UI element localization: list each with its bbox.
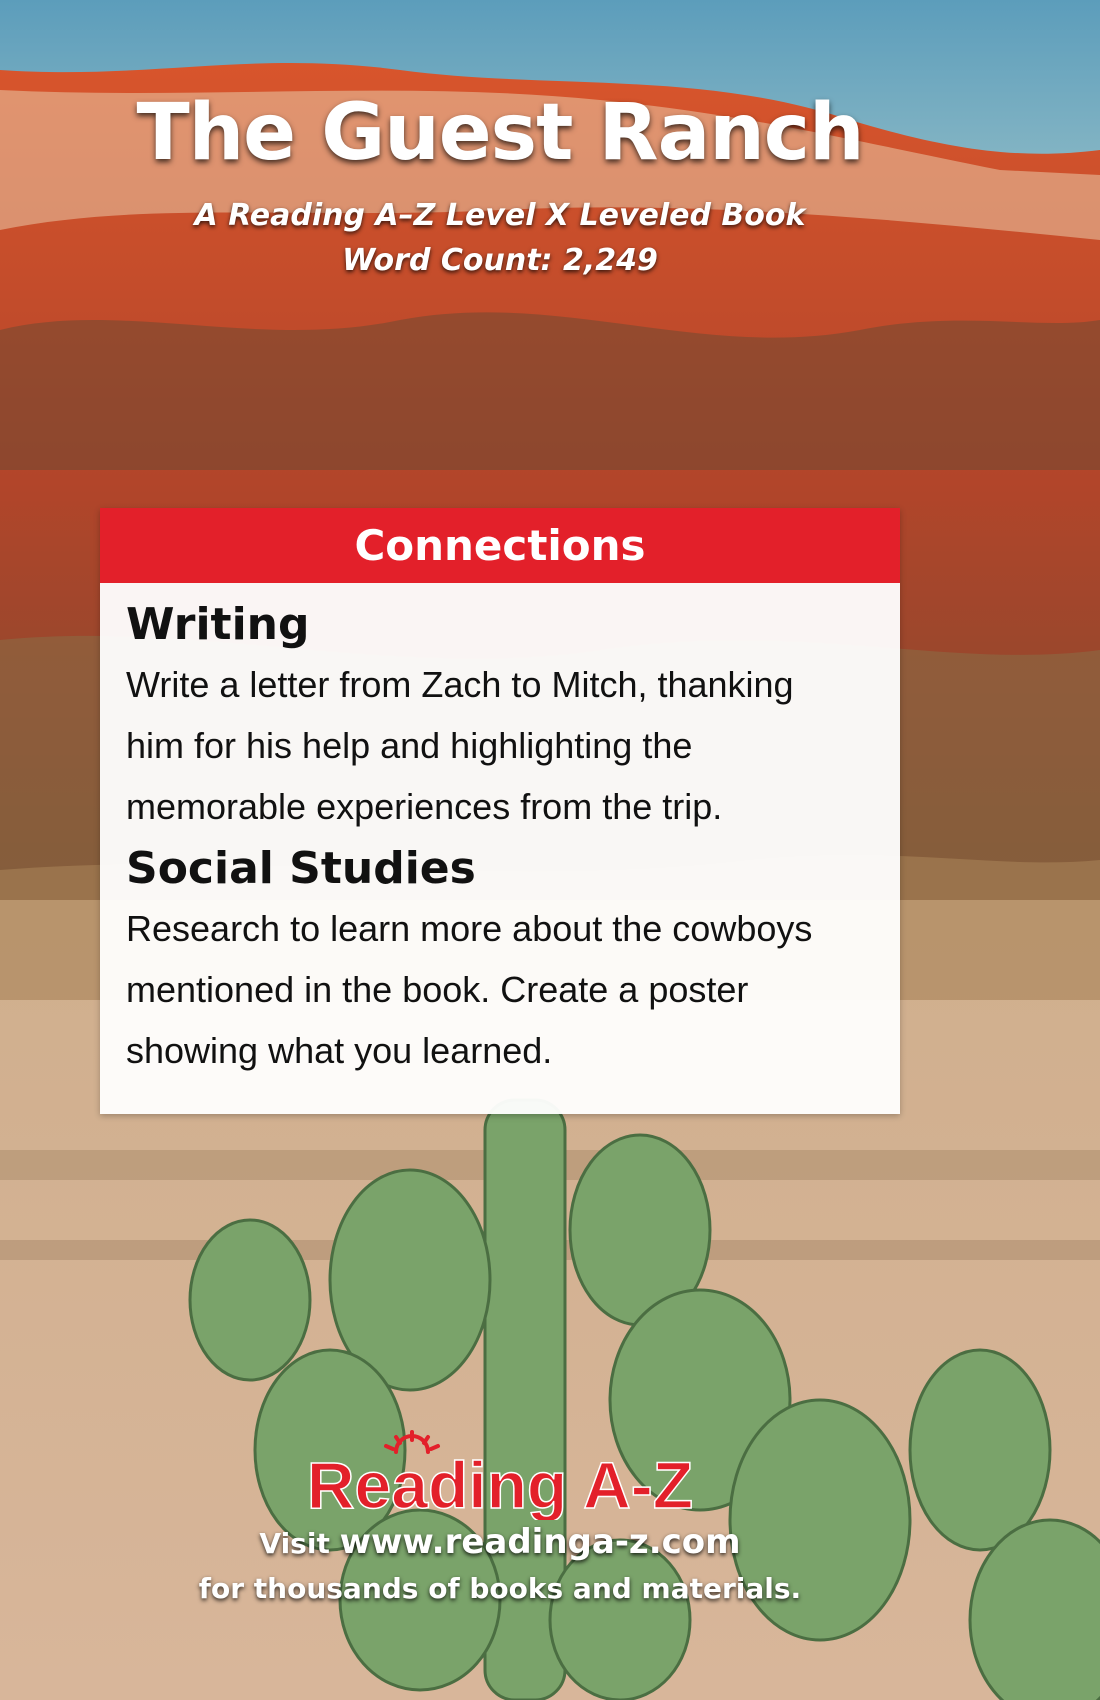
- connections-header: Connections: [100, 508, 900, 583]
- connections-card: Connections Writing Write a letter from …: [100, 508, 900, 1114]
- social-studies-line: Research to learn more about the cowboys: [126, 908, 813, 949]
- social-studies-title: Social Studies: [126, 843, 476, 894]
- writing-line: memorable experiences from the trip.: [126, 786, 723, 827]
- website-link[interactable]: www.readinga-z.com: [340, 1522, 741, 1562]
- visit-line: Visit www.readinga-z.com: [0, 1522, 1000, 1562]
- reading-az-logo[interactable]: Reading A-Z: [0, 1430, 1000, 1525]
- word-count: Word Count: 2,249: [342, 243, 658, 278]
- visit-prefix: Visit: [259, 1527, 330, 1560]
- logo-graphic: Reading A-Z: [306, 1430, 694, 1523]
- connections-body: Writing Write a letter from Zach to Mitc…: [100, 583, 900, 1081]
- tagline: for thousands of books and materials.: [198, 1572, 802, 1605]
- social-studies-text: Research to learn more about the cowboys…: [126, 898, 874, 1081]
- writing-line: him for his help and highlighting the: [126, 725, 693, 766]
- book-title: The Guest Ranch: [136, 88, 864, 178]
- book-subtitle: A Reading A–Z Level X Leveled Book: [194, 198, 806, 233]
- writing-line: Write a letter from Zach to Mitch, thank…: [126, 664, 794, 705]
- social-studies-line: mentioned in the book. Create a poster: [126, 969, 749, 1010]
- writing-title: Writing: [126, 599, 310, 650]
- writing-text: Write a letter from Zach to Mitch, thank…: [126, 654, 874, 837]
- logo-text: Reading A-Z: [307, 1448, 693, 1520]
- social-studies-line: showing what you learned.: [126, 1030, 553, 1071]
